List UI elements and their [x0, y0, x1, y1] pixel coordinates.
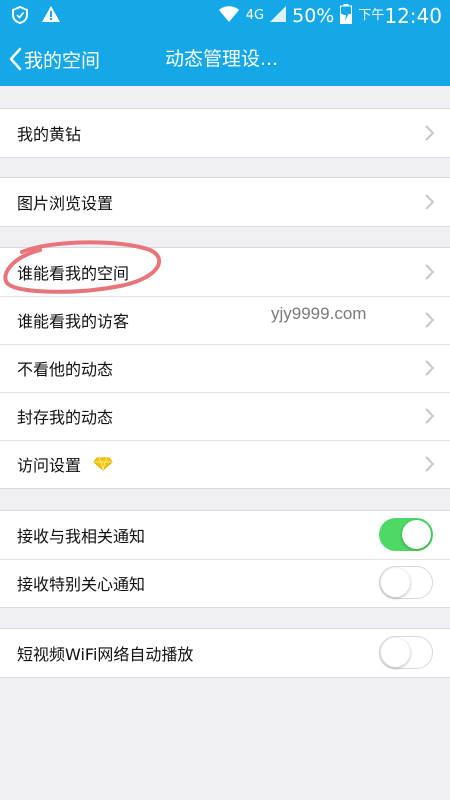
status-bar: 4G 50% 下午 12:40: [0, 0, 450, 32]
row-special-care-notifications: 接收特别关心通知: [0, 559, 450, 607]
group-notifications: 接收与我相关通知 接收特别关心通知: [0, 510, 450, 608]
toggle-switch-on[interactable]: [379, 518, 433, 551]
battery-charging-icon: [340, 4, 353, 28]
toggle-knob: [381, 568, 410, 597]
back-button[interactable]: 我的空间: [8, 32, 100, 86]
toggle-knob: [402, 520, 431, 549]
row-label: 短视频WiFi网络自动播放: [17, 645, 194, 664]
row-label: 不看他的动态: [17, 360, 114, 379]
row-label: 接收特别关心通知: [17, 575, 146, 594]
row-photo-settings[interactable]: 图片浏览设置: [0, 178, 450, 226]
row-hide-their-feed[interactable]: 不看他的动态: [0, 344, 450, 392]
watermark: yjy9999.com: [271, 304, 367, 323]
network-type: 4G: [245, 8, 265, 23]
row-label: 我的黄钻: [17, 125, 82, 144]
row-label: 封存我的动态: [17, 408, 114, 427]
toggle-knob: [381, 638, 410, 667]
row-yellow-diamond[interactable]: 我的黄钻: [0, 109, 450, 157]
chevron-right-icon: [424, 125, 435, 145]
battery-percent: 50%: [292, 5, 335, 27]
page-title: 动态管理设...: [165, 48, 279, 70]
warning-icon: [42, 6, 60, 28]
chevron-left-icon: [8, 47, 22, 71]
chevron-right-icon: [424, 264, 435, 284]
row-label: 访问设置: [17, 456, 82, 475]
group-vip: 我的黄钻: [0, 108, 450, 158]
row-archive-my-feed[interactable]: 封存我的动态: [0, 392, 450, 440]
wifi-icon: [218, 5, 240, 27]
shield-icon: [12, 5, 28, 28]
row-who-can-see-visitors[interactable]: 谁能看我的访客: [0, 296, 450, 344]
toggle-switch-off[interactable]: [379, 566, 433, 599]
nav-bar: 我的空间 动态管理设...: [0, 32, 450, 86]
row-access-settings[interactable]: 访问设置: [0, 440, 450, 488]
row-who-can-see-space[interactable]: 谁能看我的空间: [0, 248, 450, 296]
row-related-notifications: 接收与我相关通知: [0, 511, 450, 559]
chevron-right-icon: [424, 456, 435, 476]
signal-icon: [270, 6, 287, 26]
time-period: 下午: [358, 8, 385, 23]
chevron-right-icon: [424, 408, 435, 428]
row-label: 接收与我相关通知: [17, 527, 146, 546]
back-label: 我的空间: [24, 49, 101, 72]
row-wifi-autoplay: 短视频WiFi网络自动播放: [0, 629, 450, 677]
clock: 12:40: [384, 4, 442, 28]
yellow-diamond-icon: [93, 457, 113, 471]
group-video: 短视频WiFi网络自动播放: [0, 628, 450, 678]
toggle-switch-off[interactable]: [379, 636, 433, 669]
group-privacy: 谁能看我的空间 谁能看我的访客 不看他的动态 封存我的动态 访问设置: [0, 247, 450, 489]
group-photo: 图片浏览设置: [0, 177, 450, 227]
row-label: 图片浏览设置: [17, 194, 114, 213]
row-label: 谁能看我的访客: [17, 312, 130, 331]
chevron-right-icon: [424, 360, 435, 380]
chevron-right-icon: [424, 312, 435, 332]
row-label: 谁能看我的空间: [17, 264, 130, 283]
chevron-right-icon: [424, 194, 435, 214]
